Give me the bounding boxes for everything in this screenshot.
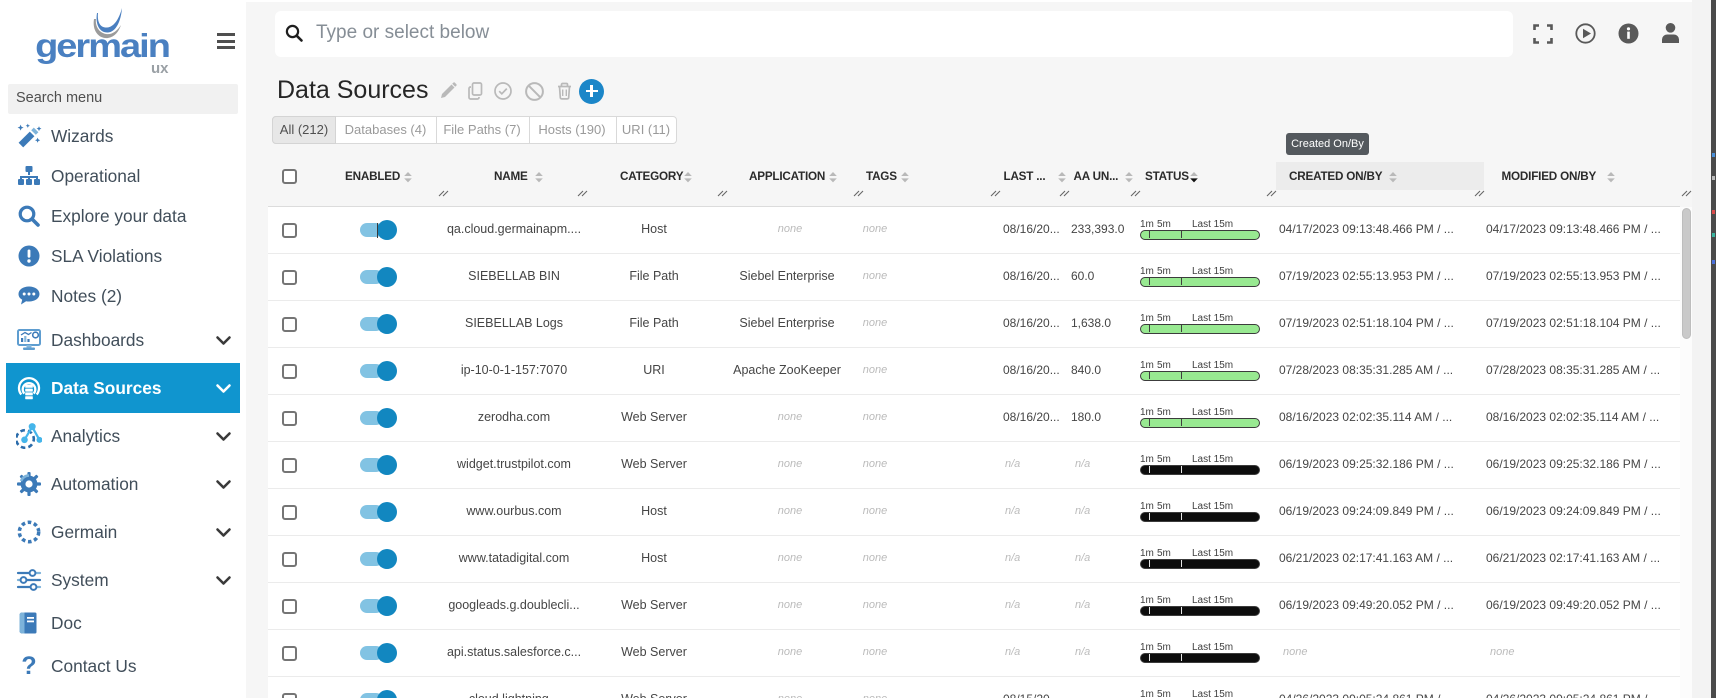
svg-text:?: ? <box>21 653 36 679</box>
